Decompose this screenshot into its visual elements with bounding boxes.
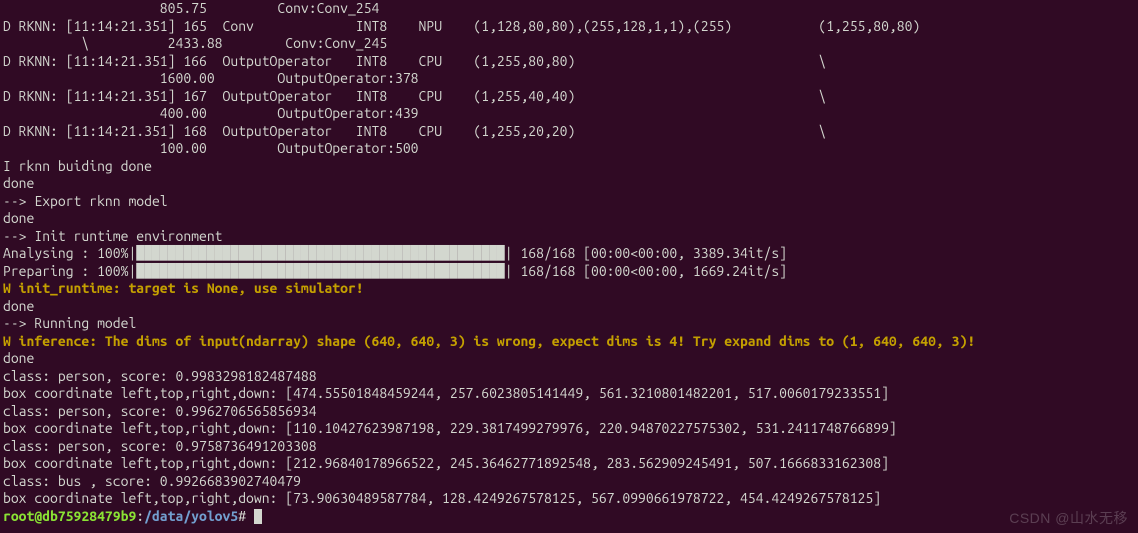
- terminal-line: box coordinate left,top,right,down: [212…: [3, 455, 975, 473]
- terminal-line: 1600.00 OutputOperator:378: [3, 70, 975, 88]
- terminal-line: D RKNN: [11:14:21.351] 168 OutputOperato…: [3, 123, 975, 141]
- prompt-colon: :: [136, 508, 144, 524]
- terminal-line-text: class: person, score: 0.9962706565856934: [3, 403, 317, 419]
- terminal-line-text: 1600.00 OutputOperator:378: [3, 70, 419, 86]
- terminal-line: --> Running model: [3, 315, 975, 333]
- terminal-line-text: done: [3, 350, 34, 366]
- terminal-line: box coordinate left,top,right,down: [110…: [3, 420, 975, 438]
- terminal-line: 805.75 Conv:Conv_254: [3, 0, 975, 18]
- terminal-line-text: class: person, score: 0.9758736491203308: [3, 438, 317, 454]
- terminal-line-text: 805.75 Conv:Conv_254: [3, 0, 379, 16]
- terminal-line: class: person, score: 0.9983298182487488: [3, 368, 975, 386]
- terminal-line: Preparing : 100%|███████████████████████…: [3, 263, 975, 281]
- terminal-line-text: done: [3, 210, 34, 226]
- terminal-line: 100.00 OutputOperator:500: [3, 140, 975, 158]
- terminal-line: done: [3, 175, 975, 193]
- terminal-line: --> Init runtime environment: [3, 228, 975, 246]
- terminal-line: D RKNN: [11:14:21.351] 165 Conv INT8 NPU…: [3, 18, 975, 36]
- terminal-line: done: [3, 298, 975, 316]
- terminal-line: D RKNN: [11:14:21.351] 166 OutputOperato…: [3, 53, 975, 71]
- terminal-line-text: W inference: The dims of input(ndarray) …: [3, 333, 975, 349]
- terminal-line-text: box coordinate left,top,right,down: [110…: [3, 420, 897, 436]
- prompt-suffix: #: [238, 508, 246, 524]
- terminal-line-text: box coordinate left,top,right,down: [73.…: [3, 490, 881, 506]
- terminal-line: I rknn buiding done: [3, 158, 975, 176]
- terminal-output[interactable]: 805.75 Conv:Conv_254 D RKNN: [11:14:21.35…: [3, 0, 975, 525]
- terminal-line-text: box coordinate left,top,right,down: [212…: [3, 455, 889, 471]
- terminal-line-text: --> Export rknn model: [3, 193, 168, 209]
- terminal-line-text: I rknn buiding done: [3, 158, 152, 174]
- terminal-line-text: D RKNN: [11:14:21.351] 166 OutputOperato…: [3, 53, 826, 69]
- terminal-line-text: Preparing : 100%|███████████████████████…: [3, 263, 787, 279]
- terminal-line-text: \ 2433.88 Conv:Conv_245: [3, 35, 387, 51]
- terminal-line: --> Export rknn model: [3, 193, 975, 211]
- terminal-line-text: class: person, score: 0.9983298182487488: [3, 368, 317, 384]
- terminal-line-text: --> Running model: [3, 315, 136, 331]
- cursor: [254, 509, 262, 524]
- prompt-line[interactable]: root@db75928479b9:/data/yolov5#: [3, 508, 975, 526]
- terminal-line-text: --> Init runtime environment: [3, 228, 223, 244]
- terminal-line-text: D RKNN: [11:14:21.351] 165 Conv INT8 NPU…: [3, 18, 920, 34]
- terminal-line-text: W init_runtime: target is None, use simu…: [3, 280, 364, 296]
- terminal-line: class: person, score: 0.9962706565856934: [3, 403, 975, 421]
- watermark-text: CSDN @山水无移: [1009, 510, 1128, 528]
- terminal-line-text: box coordinate left,top,right,down: [474…: [3, 385, 889, 401]
- terminal-line-text: D RKNN: [11:14:21.351] 167 OutputOperato…: [3, 88, 826, 104]
- terminal-line-text: done: [3, 175, 34, 191]
- terminal-line: done: [3, 350, 975, 368]
- terminal-line: box coordinate left,top,right,down: [474…: [3, 385, 975, 403]
- terminal-line-text: Analysing : 100%|███████████████████████…: [3, 245, 787, 261]
- terminal-line: class: person, score: 0.9758736491203308: [3, 438, 975, 456]
- terminal-line-text: done: [3, 298, 34, 314]
- terminal-line: done: [3, 210, 975, 228]
- terminal-line: box coordinate left,top,right,down: [73.…: [3, 490, 975, 508]
- terminal-line: D RKNN: [11:14:21.351] 167 OutputOperato…: [3, 88, 975, 106]
- terminal-line-text: 100.00 OutputOperator:500: [3, 140, 419, 156]
- prompt-user: root@db75928479b9: [3, 508, 136, 524]
- terminal-line: W init_runtime: target is None, use simu…: [3, 280, 975, 298]
- prompt-path: /data/yolov5: [144, 508, 238, 524]
- terminal-line-text: class: bus , score: 0.9926683902740479: [3, 473, 301, 489]
- terminal-line: 400.00 OutputOperator:439: [3, 105, 975, 123]
- terminal-line: class: bus , score: 0.9926683902740479: [3, 473, 975, 491]
- terminal-line-text: 400.00 OutputOperator:439: [3, 105, 419, 121]
- terminal-line-text: D RKNN: [11:14:21.351] 168 OutputOperato…: [3, 123, 826, 139]
- terminal-line: \ 2433.88 Conv:Conv_245: [3, 35, 975, 53]
- terminal-line: Analysing : 100%|███████████████████████…: [3, 245, 975, 263]
- terminal-line: W inference: The dims of input(ndarray) …: [3, 333, 975, 351]
